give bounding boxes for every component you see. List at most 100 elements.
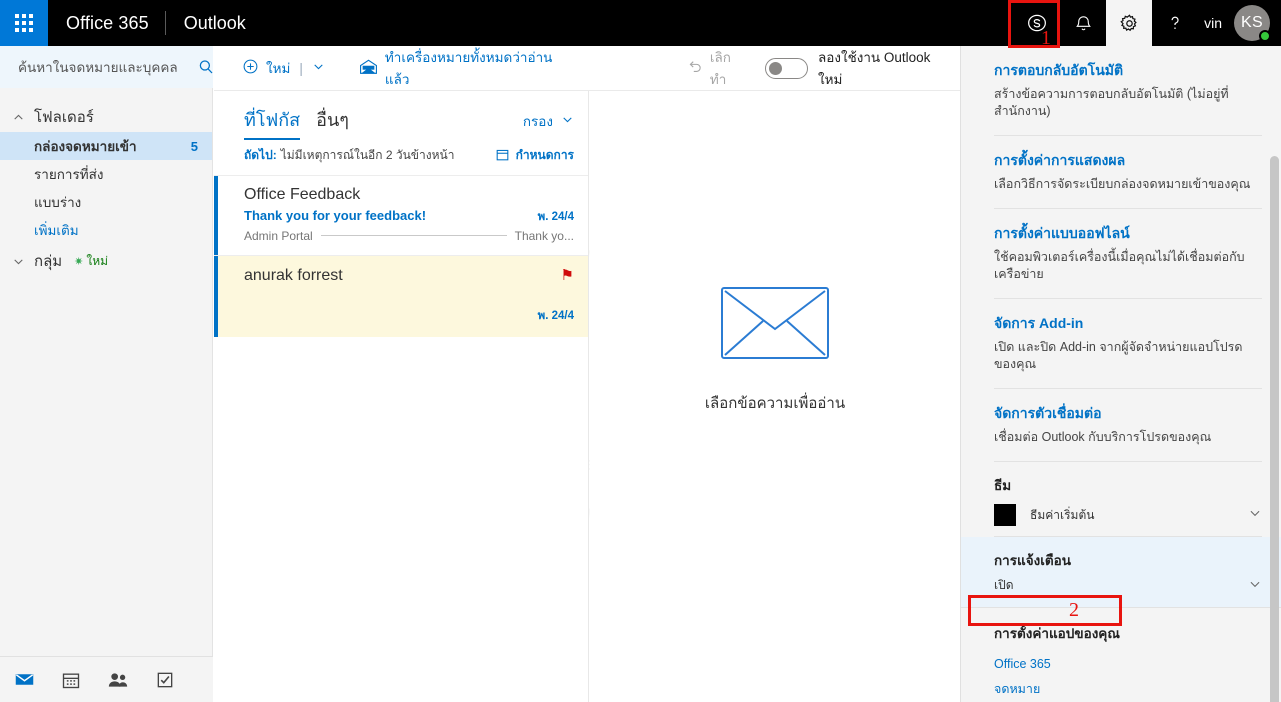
settings-item-title[interactable]: จัดการ Add-in [994, 313, 1262, 335]
new-message-label: ใหม่ [266, 61, 291, 76]
toggle-knob [769, 61, 783, 75]
settings-item-automatic-replies[interactable]: การตอบกลับอัตโนมัติ สร้างข้อความการตอบกล… [994, 46, 1262, 136]
theme-selector[interactable]: ธีมค่าเริ่มต้น [994, 504, 1262, 526]
message-sender: anurak forrest [244, 267, 343, 284]
theme-color-swatch[interactable] [994, 504, 1016, 526]
calendar-nav-icon[interactable] [61, 670, 81, 690]
settings-item-manage-connectors[interactable]: จัดการตัวเชื่อมต่อ เชื่อมต่อ Outlook กับ… [994, 389, 1262, 462]
notifications-bell-icon[interactable] [1060, 0, 1106, 46]
try-new-outlook-label-wrap[interactable]: ลองใช้งาน Outlook ใหม่ [818, 46, 960, 91]
mail-nav-icon[interactable] [14, 669, 35, 690]
next-event-key: ถัดไป: [244, 148, 277, 162]
message-subject: Thank you for your feedback! [244, 208, 427, 223]
notifications-section[interactable]: การแจ้งเตือน เปิด [961, 537, 1281, 608]
app-launcher-button[interactable] [0, 0, 48, 46]
brand-office365[interactable]: Office 365 [48, 13, 165, 34]
settings-item-title[interactable]: จัดการตัวเชื่อมต่อ [994, 403, 1262, 425]
schedule-button[interactable]: กำหนดการ [495, 146, 574, 165]
theme-value: ธีมค่าเริ่มต้น [1030, 507, 1095, 522]
groups-new-badge: ✷ ใหม่ [74, 252, 108, 271]
flag-icon[interactable]: ⚑ [561, 266, 574, 284]
sidebar-item-sent[interactable]: รายการที่ส่ง [0, 160, 212, 188]
avatar[interactable]: KS [1234, 5, 1271, 42]
settings-flyout: การตอบกลับอัตโนมัติ สร้างข้อความการตอบกล… [960, 46, 1281, 702]
filter-button[interactable]: กรอง [523, 110, 574, 132]
settings-scroll-region: การตอบกลับอัตโนมัติ สร้างข้อความการตอบกล… [961, 46, 1281, 702]
filter-label: กรอง [522, 114, 553, 129]
message-list: ที่โฟกัส อื่นๆ กรอง ถัดไป: ไม่มีเหตุการณ… [214, 91, 589, 702]
theme-label: ธีม [994, 478, 1012, 493]
message-meta-row: พ. 24/4 [244, 307, 574, 325]
undo-label: เลิกทำ [709, 50, 731, 87]
settings-scrollbar[interactable] [1270, 156, 1279, 702]
table-row[interactable]: Office Feedback Thank you for your feedb… [214, 175, 588, 255]
folders-group-header[interactable]: โฟลเดอร์ [0, 102, 212, 132]
undo-button[interactable]: เลิกทำ [680, 46, 752, 91]
settings-item-description: ใช้คอมพิวเตอร์เครื่องนี้เมื่อคุณไม่ได้เช… [994, 250, 1245, 281]
settings-item-description: เลือกวิธีการจัดระเบียบกล่องจดหมายเข้าของ… [994, 177, 1251, 191]
search-box[interactable] [0, 46, 213, 88]
preview-rule [320, 234, 507, 236]
settings-item-offline-settings[interactable]: การตั้งค่าแบบออฟไลน์ ใช้คอมพิวเตอร์เครื่… [994, 209, 1262, 299]
tab-focused[interactable]: ที่โฟกัส [244, 105, 301, 140]
message-preview-row: Admin Portal Thank yo... [244, 229, 574, 243]
people-nav-icon[interactable] [107, 670, 129, 690]
search-icon[interactable] [197, 58, 215, 76]
sidebar-item-inbox[interactable]: กล่องจดหมายเข้า 5 [0, 132, 212, 160]
message-date: พ. 24/4 [537, 310, 574, 322]
sparkle-icon: ✷ [74, 255, 84, 268]
message-from: Admin Portal [244, 229, 313, 243]
sidebar-item-label: แบบร่าง [34, 195, 82, 210]
suite-header: Office 365 Outlook vin KS [0, 0, 1281, 46]
message-sender: Office Feedback [244, 186, 361, 203]
sidebar-item-drafts[interactable]: แบบร่าง [0, 188, 212, 216]
chevron-down-icon[interactable] [1248, 506, 1262, 525]
envelope-icon [721, 287, 829, 359]
new-divider: | [299, 60, 303, 76]
chevron-down-icon[interactable] [1248, 577, 1262, 594]
settings-item-manage-addins[interactable]: จัดการ Add-in เปิด และปิด Add-in จากผู้จ… [994, 299, 1262, 389]
sidebar-item-more[interactable]: เพิ่มเติม [0, 216, 212, 244]
settings-item-title[interactable]: การตั้งค่าการแสดงผล [994, 150, 1262, 172]
plus-circle-icon [242, 58, 259, 78]
reading-pane: เลือกข้อความเพื่ออ่าน [590, 91, 960, 702]
empty-state-text: เลือกข้อความเพื่ออ่าน [704, 395, 846, 412]
skype-icon[interactable] [1014, 0, 1060, 46]
settings-item-title[interactable]: การตอบกลับอัตโนมัติ [994, 60, 1262, 82]
table-row[interactable]: anurak forrest ⚑ พ. 24/4 [214, 255, 588, 337]
calendar-icon [495, 147, 510, 165]
folders-group-label: โฟลเดอร์ [34, 109, 94, 126]
message-list-pivots: ที่โฟกัส อื่นๆ กรอง [214, 91, 588, 140]
app-settings-link-office365[interactable]: Office 365 [994, 653, 1262, 675]
mark-all-read-button[interactable]: ทำเครื่องหมายทั้งหมดว่าอ่านแล้ว [353, 46, 576, 91]
app-name-outlook[interactable]: Outlook [166, 13, 264, 34]
app-settings-section: การตั้งค่าแอปของคุณ Office 365 จดหมาย ปฏ… [994, 608, 1262, 702]
mark-all-read-label: ทำเครื่องหมายทั้งหมดว่าอ่านแล้ว [384, 50, 553, 87]
settings-item-description: สร้างข้อความการตอบกลับอัตโนมัติ (ไม่อยู่… [994, 87, 1229, 118]
help-icon[interactable] [1152, 0, 1198, 46]
try-new-outlook-toggle[interactable] [765, 57, 809, 79]
groups-section-header[interactable]: กลุ่ม ✷ ใหม่ [0, 246, 212, 276]
tab-other[interactable]: อื่นๆ [316, 105, 349, 138]
message-date: พ. 24/4 [537, 211, 574, 223]
notifications-value-row[interactable]: เปิด [994, 576, 1262, 595]
folder-tree: โฟลเดอร์ กล่องจดหมายเข้า 5 รายการที่ส่ง … [0, 88, 212, 276]
new-message-button[interactable]: ใหม่ | [236, 46, 331, 91]
chevron-down-icon [561, 113, 574, 129]
settings-item-display-settings[interactable]: การตั้งค่าการแสดงผล เลือกวิธีการจัดระเบี… [994, 136, 1262, 209]
suite-actions: vin KS [1014, 0, 1281, 46]
sidebar-item-label: กล่องจดหมายเข้า [34, 139, 137, 154]
message-subject-row: Thank you for your feedback! พ. 24/4 [244, 208, 574, 226]
search-input[interactable] [16, 58, 197, 76]
try-new-outlook-label: ลองใช้งาน Outlook ใหม่ [818, 50, 931, 87]
chevron-down-icon[interactable] [312, 60, 325, 76]
app-settings-label: การตั้งค่าแอปของคุณ [994, 626, 1120, 641]
undo-arrow-icon [686, 58, 703, 78]
app-settings-link-mail[interactable]: จดหมาย [994, 675, 1262, 702]
settings-item-title[interactable]: การตั้งค่าแบบออฟไลน์ [994, 223, 1262, 245]
tasks-nav-icon[interactable] [155, 670, 175, 690]
inbox-unread-count: 5 [190, 138, 198, 154]
waffle-icon [15, 14, 33, 32]
message-subject-row: anurak forrest ⚑ [244, 266, 574, 289]
settings-gear-button[interactable] [1106, 0, 1153, 46]
